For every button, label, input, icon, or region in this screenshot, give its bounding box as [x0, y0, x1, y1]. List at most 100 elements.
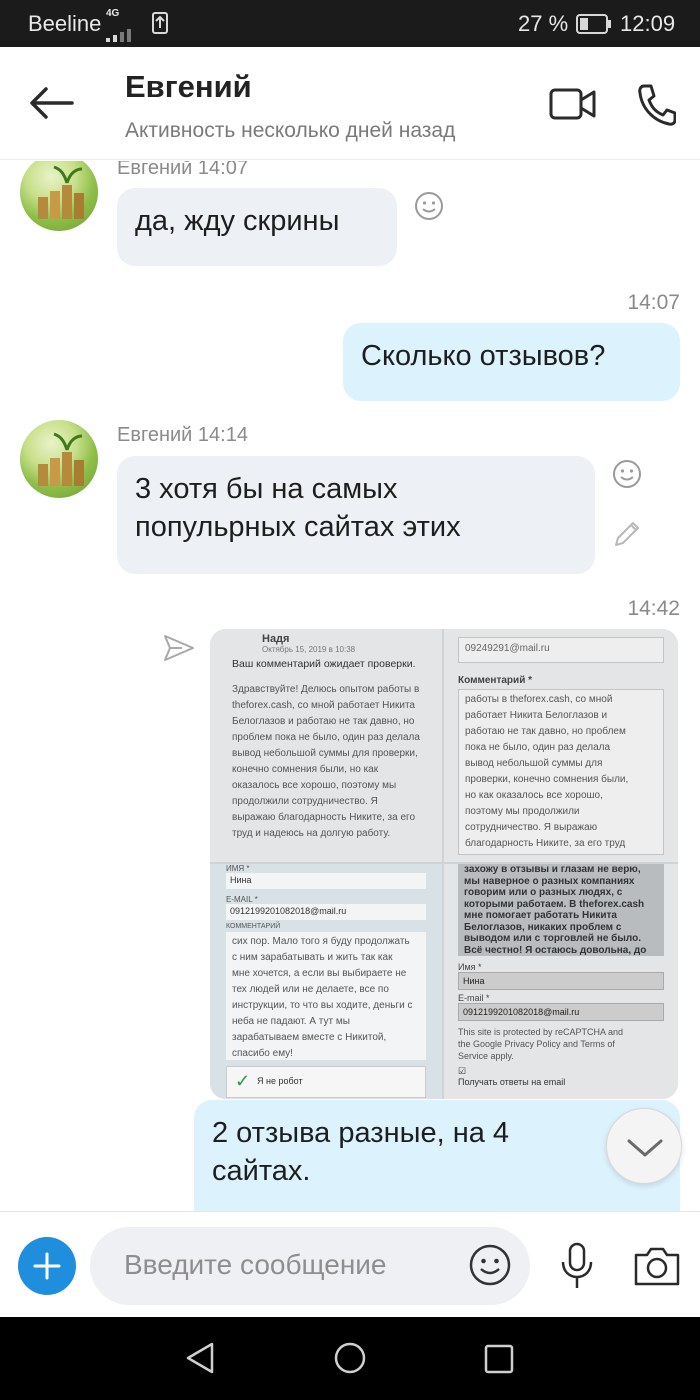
- message-field[interactable]: [90, 1227, 530, 1305]
- review-line: поэтому мы продолжили: [465, 806, 580, 817]
- review-line: с ним зарабатывать и жить так как: [232, 952, 393, 963]
- message-text: да, жду скрины: [135, 205, 340, 237]
- edit-pencil-icon[interactable]: [612, 519, 642, 554]
- name-value: Нина: [458, 972, 664, 990]
- review-line: работает Никита Белоглазов и: [465, 710, 608, 721]
- review-line: выражаю благодарность Никите, за его: [232, 812, 416, 823]
- review-line: работы в theforex.cash, со мной: [465, 694, 613, 705]
- screenshot-image[interactable]: ИМЯ * Нина E-MAIL * 0912199201082018@mai…: [210, 864, 442, 1099]
- review-line: мне хочется, а если вы выбираете не: [232, 968, 407, 979]
- nav-recent-apps-icon[interactable]: [484, 1344, 514, 1379]
- review-line: проверки, конечно сомнения были,: [465, 774, 629, 785]
- review-line: сотрудничество. Я выражаю: [465, 822, 598, 833]
- review-line: труд и надеюсь на долгую работу.: [232, 828, 391, 839]
- emoji-icon[interactable]: [468, 1243, 512, 1292]
- back-arrow-icon[interactable]: [28, 85, 76, 126]
- captcha-label: Я не робот: [257, 1076, 303, 1086]
- screenshot-image[interactable]: 09249291@mail.ru Комментарий * работы в …: [444, 629, 678, 862]
- recaptcha-line: Service apply.: [458, 1051, 514, 1061]
- chevron-down-icon: [627, 1139, 663, 1157]
- review-notice: Ваш комментарий ожидает проверки.: [232, 658, 416, 670]
- image-collage[interactable]: Надя Октябрь 15, 2019 в 10:38 Ваш коммен…: [210, 629, 678, 1099]
- review-line: вывод небольшой суммы для проверки,: [232, 748, 418, 759]
- email-value: 0912199201082018@mail.ru: [458, 1003, 664, 1021]
- email-value: 0912199201082018@mail.ru: [226, 904, 426, 920]
- system-nav-bar: [0, 1317, 700, 1400]
- recaptcha-line: This site is protected by reCAPTCHA and: [458, 1027, 624, 1037]
- message-time: 14:07: [627, 291, 680, 314]
- name-label: ИМЯ *: [226, 864, 250, 873]
- comment-label: КОММЕНТАРИЙ: [226, 923, 281, 930]
- add-button[interactable]: [18, 1237, 76, 1295]
- review-line: сих пор. Мало того я буду продолжать: [232, 936, 410, 947]
- review-line: Белоглазов, никаких проблем с: [464, 921, 622, 933]
- review-line: спасибо ему!: [232, 1048, 293, 1059]
- review-line: благодарность Никите, за его труд: [465, 838, 626, 849]
- nav-home-icon[interactable]: [333, 1341, 367, 1380]
- contact-name[interactable]: Евгений: [125, 69, 252, 105]
- checkmark-icon: ✓: [235, 1071, 251, 1091]
- nav-back-icon[interactable]: [184, 1341, 216, 1380]
- incoming-message-bubble[interactable]: да, жду скрины: [117, 188, 397, 266]
- emoji-react-icon[interactable]: [612, 459, 642, 494]
- microphone-icon[interactable]: [558, 1242, 596, 1295]
- review-author: Надя: [262, 633, 290, 645]
- review-line: которыми работаем. В theforex.cash: [464, 898, 645, 910]
- review-line: вывод небольшой суммы для: [465, 758, 603, 769]
- review-line: мы наверное о разных компаниях: [464, 875, 635, 887]
- review-line: зарабатываем вместе с Никитой,: [232, 1032, 387, 1043]
- outgoing-message-bubble[interactable]: Сколько отзывов?: [343, 323, 680, 401]
- recaptcha-line: the Google Privacy Policy and Terms of: [458, 1039, 615, 1049]
- message-text-line: 2 отзыва разные, на 4: [212, 1117, 510, 1149]
- message-text: Сколько отзывов?: [361, 340, 606, 372]
- review-line: захожу в отзывы и глазам не верю,: [464, 864, 641, 875]
- status-bar: Beeline 4G 27 % 12:09: [0, 0, 700, 47]
- email-field-image: 09249291@mail.ru: [458, 637, 664, 663]
- battery-icon: [576, 14, 612, 40]
- send-status-icon: [162, 633, 196, 668]
- notify-label: Получать ответы на email: [458, 1077, 566, 1087]
- review-line: пока не было, один раз делала: [465, 742, 611, 753]
- contact-avatar[interactable]: [20, 420, 98, 498]
- review-line: проблем пока не было, один раз делала: [232, 732, 420, 743]
- message-list[interactable]: Евгений 14:07 да, жду скрины 14:07 Сколь…: [0, 161, 700, 1211]
- sender-line: Евгений 14:14: [117, 424, 248, 446]
- message-text-line: 3 хотя бы на самых: [135, 473, 398, 505]
- review-line: продолжили сотрудничество. Я: [232, 796, 378, 807]
- message-time: 14:42: [627, 597, 680, 620]
- captcha-box: ✓ Я не робот: [226, 1066, 426, 1098]
- message-composer: [0, 1211, 700, 1317]
- review-line: работаю не так давно, но проблем: [465, 726, 626, 737]
- review-date: Октябрь 15, 2019 в 10:38: [262, 645, 356, 654]
- contact-activity-status: Активность несколько дней назад: [125, 119, 456, 142]
- clock: 12:09: [620, 11, 676, 36]
- emoji-react-icon[interactable]: [414, 191, 444, 226]
- email-label: E-MAIL *: [226, 895, 258, 904]
- name-label: Имя *: [458, 962, 482, 972]
- camera-icon[interactable]: [633, 1245, 681, 1292]
- email-label: E-mail *: [458, 993, 490, 1003]
- chat-screen: Beeline 4G 27 % 12:09 Евгений Активность…: [0, 0, 700, 1400]
- checkbox-checked-icon: ☑: [458, 1066, 467, 1076]
- screenshot-image[interactable]: Надя Октябрь 15, 2019 в 10:38 Ваш коммен…: [210, 629, 442, 862]
- phone-call-icon[interactable]: [636, 83, 677, 132]
- incoming-message-bubble[interactable]: 3 хотя бы на самых попульрных сайтах эти…: [117, 456, 595, 574]
- name-value: Нина: [226, 873, 426, 889]
- carrier-name: Beeline: [28, 11, 102, 36]
- signal-icon: [106, 22, 140, 48]
- scroll-to-bottom-button[interactable]: [606, 1108, 682, 1184]
- review-line: Белоглазов и работаю не так давно, но: [232, 716, 415, 727]
- network-type: 4G: [106, 8, 120, 19]
- chat-header: Евгений Активность несколько дней назад: [0, 47, 700, 160]
- review-line: но как оказалось все хорошо,: [465, 790, 603, 801]
- message-text-line: попульрных сайтах этих: [135, 511, 461, 543]
- review-line: неба не падают. А тут мы: [232, 1016, 350, 1027]
- contact-avatar[interactable]: [20, 161, 98, 231]
- review-line: говорим или о разных людях, с: [464, 887, 623, 898]
- review-line: конечно сомнения были, но как: [232, 764, 379, 775]
- message-input[interactable]: [124, 1249, 464, 1281]
- screenshot-image[interactable]: захожу в отзывы и глазам не верю, мы нав…: [444, 864, 678, 1099]
- review-line: тех людей или не делаете, все по: [232, 984, 389, 995]
- plus-icon: [33, 1252, 61, 1280]
- video-call-icon[interactable]: [548, 87, 598, 126]
